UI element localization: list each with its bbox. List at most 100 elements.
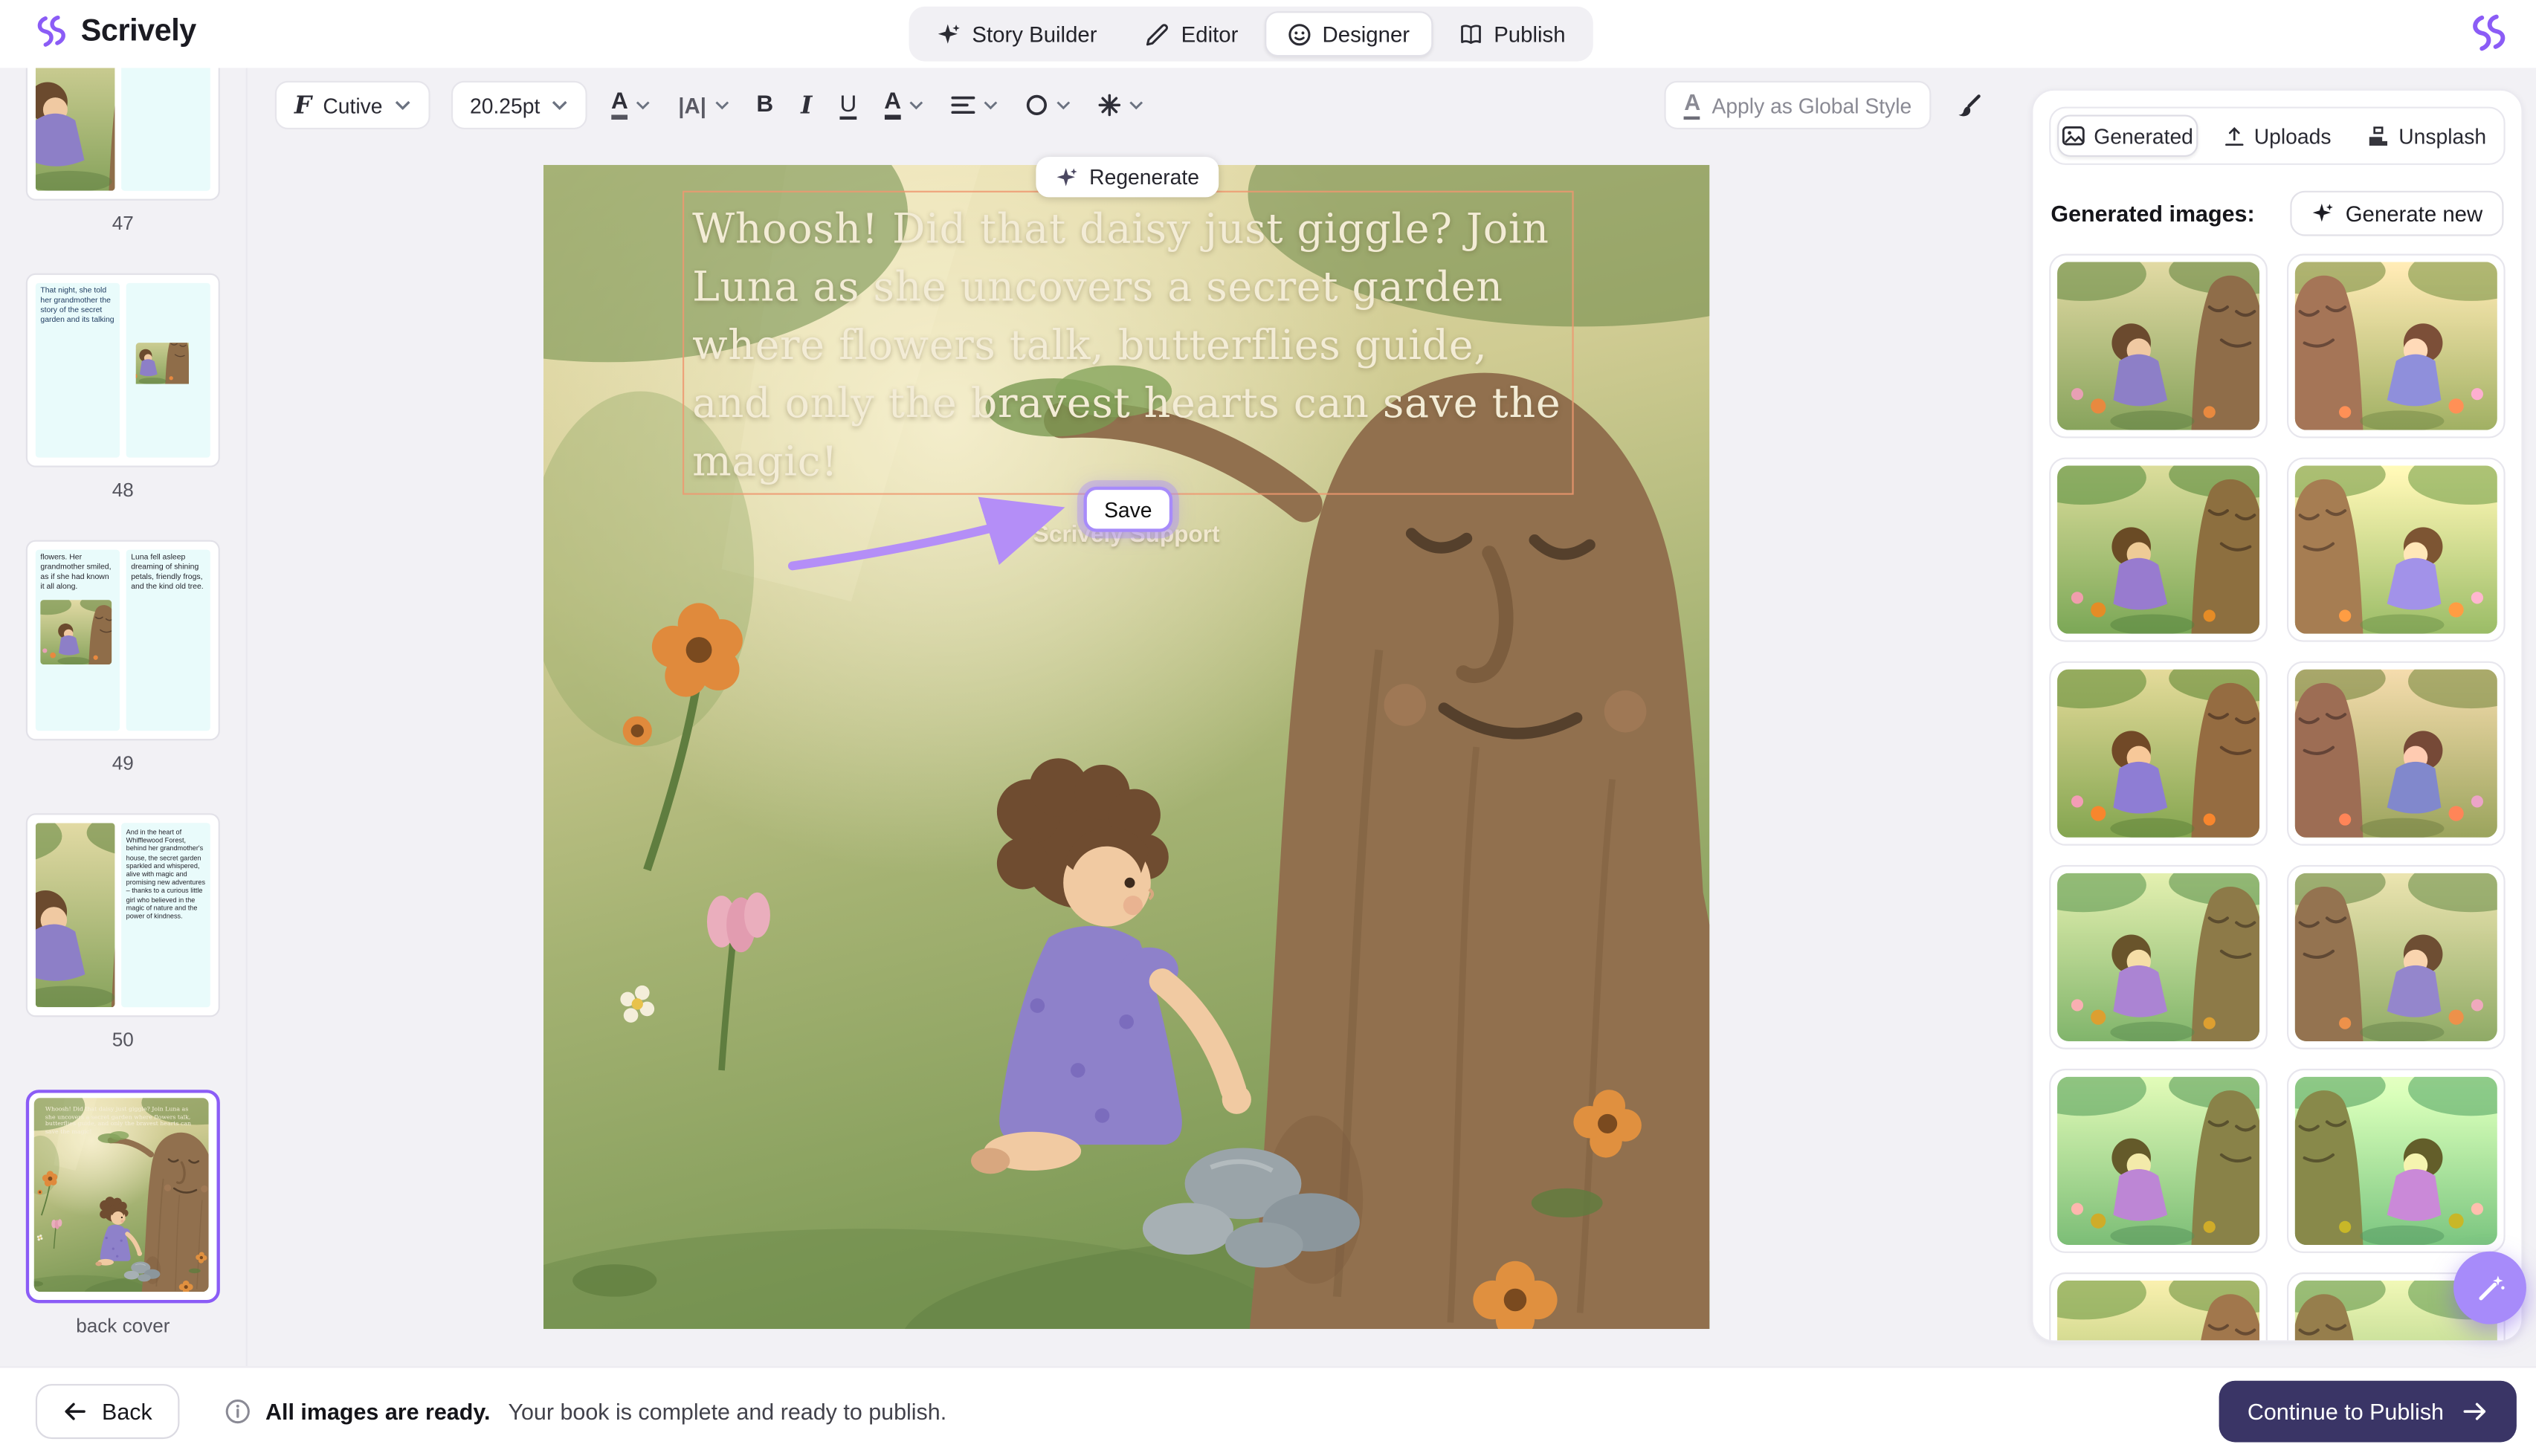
chevron-down-icon: [552, 100, 568, 110]
page-thumb-block-49: flowers. Her grandmother smiled, as if s…: [0, 540, 246, 774]
book-icon: [1458, 22, 1482, 46]
generated-image[interactable]: [2287, 661, 2506, 846]
apply-global-style-button[interactable]: A Apply as Global Style: [1665, 81, 1931, 129]
main-nav: Story Builder Editor Designer: [909, 7, 1593, 62]
generated-image[interactable]: [2287, 865, 2506, 1049]
thumb-image: [136, 343, 201, 398]
page-thumb-block-48: That night, she told her grandmother the…: [0, 274, 246, 502]
tab-editor[interactable]: Editor: [1123, 11, 1261, 56]
global-style-icon: A: [1684, 90, 1700, 120]
arrow-right-icon: [2462, 1401, 2488, 1423]
thumb-image: Whoosh! Did that daisy just giggle? Join…: [34, 1098, 209, 1292]
thumb-image: [40, 600, 112, 664]
align-button[interactable]: [948, 81, 1001, 129]
image-icon: [2062, 126, 2084, 146]
style-brush-button[interactable]: [1952, 81, 1987, 129]
page-number: 50: [112, 1029, 134, 1051]
font-name: Cutive: [323, 93, 382, 117]
thumb-text: And in the heart of Whifflewood Forest, …: [126, 828, 206, 921]
generated-image[interactable]: [2049, 1272, 2268, 1342]
chevron-down-icon: [714, 100, 729, 110]
tab-designer[interactable]: Designer: [1264, 11, 1432, 56]
thumb-image: [36, 68, 115, 190]
scrively-logo-icon: [33, 13, 70, 50]
arrow-left-icon: [63, 1401, 88, 1423]
generated-image[interactable]: [2049, 661, 2268, 846]
thumb-text: That night, she told her grandmother the…: [40, 288, 114, 326]
tab-generated[interactable]: Generated: [2057, 114, 2198, 157]
chevron-down-icon: [909, 100, 924, 110]
generated-image[interactable]: [2287, 458, 2506, 642]
page-thumbnail-50[interactable]: And in the heart of Whifflewood Forest, …: [26, 813, 220, 1017]
sparkles-icon: [1055, 166, 1077, 188]
magic-wand-icon: [2474, 1272, 2506, 1304]
font-color-button[interactable]: A: [881, 81, 927, 129]
effects-flower-icon: [1098, 94, 1120, 116]
assets-tabs: Generated Uploads Unsplash: [2049, 107, 2505, 165]
chevron-down-icon: [984, 100, 998, 110]
generated-image[interactable]: [2287, 254, 2506, 439]
app-logo[interactable]: Scrively: [33, 13, 196, 50]
pen-icon: [1146, 22, 1170, 46]
tab-label: Publish: [1494, 22, 1565, 46]
bold-button[interactable]: B: [753, 81, 777, 129]
tab-unsplash[interactable]: Unsplash: [2357, 114, 2497, 157]
thumb-text: Whoosh! Did that daisy just giggle? Join…: [45, 1106, 197, 1136]
back-button[interactable]: Back: [36, 1385, 180, 1440]
underline-button[interactable]: U: [836, 81, 860, 129]
chevron-down-icon: [1129, 100, 1144, 110]
tab-label: Editor: [1181, 22, 1239, 46]
app-window: Scrively Story Builder Editor: [0, 0, 2536, 1456]
font-size-value: 20.25pt: [470, 93, 540, 117]
tab-story-builder[interactable]: Story Builder: [914, 11, 1120, 56]
generated-image[interactable]: [2049, 458, 2268, 642]
page-thumb-block-back-cover: Whoosh! Did that daisy just giggle? Join…: [0, 1090, 246, 1337]
design-canvas[interactable]: Regenerate Whoosh! Did that daisy just g…: [543, 165, 1709, 1329]
regenerate-button[interactable]: Regenerate: [1036, 157, 1219, 197]
status-rest: Your book is complete and ready to publi…: [508, 1399, 946, 1425]
magic-edit-fab[interactable]: [2453, 1252, 2526, 1324]
thumb-text: Luna fell asleep dreaming of shining pet…: [131, 554, 205, 593]
page-number: 47: [112, 212, 134, 234]
page-thumbnail-back-cover-selected[interactable]: Whoosh! Did that daisy just giggle? Join…: [26, 1090, 220, 1303]
page-number: 48: [112, 479, 134, 501]
page-thumb-block-50: And in the heart of Whifflewood Forest, …: [0, 813, 246, 1051]
generated-image[interactable]: [2049, 254, 2268, 439]
continue-to-publish-button[interactable]: Continue to Publish: [2219, 1381, 2517, 1443]
brand-swirl-icon[interactable]: [2466, 11, 2510, 55]
assets-header: Generated images: Generate new: [2049, 191, 2505, 236]
letter-spacing-button[interactable]: |A|: [675, 81, 732, 129]
pages-sidebar: petal from the marigold in her pocket. 4…: [0, 68, 248, 1366]
page-number: back cover: [76, 1315, 170, 1337]
tab-label: Designer: [1323, 22, 1410, 46]
sparkles-icon: [937, 22, 961, 46]
page-thumbnail-49[interactable]: flowers. Her grandmother smiled, as if s…: [26, 540, 220, 741]
effects-button[interactable]: [1095, 81, 1147, 129]
tab-publish[interactable]: Publish: [1436, 11, 1588, 56]
status-message: All images are ready. Your book is compl…: [225, 1399, 947, 1425]
tab-uploads[interactable]: Uploads: [2207, 114, 2348, 157]
book-blurb-text: Whoosh! Did that daisy just giggle? Join…: [692, 201, 1569, 492]
page-thumbnail-47[interactable]: petal from the marigold in her pocket.: [26, 68, 220, 200]
italic-button[interactable]: I: [798, 81, 816, 129]
brush-icon: [1955, 91, 1983, 119]
status-strong: All images are ready.: [265, 1399, 490, 1425]
circle-outline-icon: [1026, 94, 1048, 116]
thumb-text: flowers. Her grandmother smiled, as if s…: [40, 554, 114, 593]
font-size-select[interactable]: 20.25pt: [451, 81, 587, 129]
top-bar: Scrively Story Builder Editor: [0, 0, 2536, 68]
sparkles-icon: [2311, 202, 2334, 224]
selected-text-box[interactable]: Whoosh! Did that daisy just giggle? Join…: [683, 191, 1574, 495]
generated-image[interactable]: [2287, 1069, 2506, 1253]
stroke-button[interactable]: [1022, 81, 1074, 129]
generated-image[interactable]: [2049, 1069, 2268, 1253]
save-button[interactable]: Save: [1084, 487, 1173, 532]
text-style-button[interactable]: A: [608, 81, 654, 129]
generated-image[interactable]: [2049, 865, 2268, 1049]
tab-label: Story Builder: [972, 22, 1097, 46]
generate-new-button[interactable]: Generate new: [2291, 191, 2504, 236]
font-family-select[interactable]: F Cutive: [275, 81, 430, 129]
page-thumbnail-48[interactable]: That night, she told her grandmother the…: [26, 274, 220, 467]
info-icon: [225, 1399, 251, 1425]
chevron-down-icon: [1056, 100, 1071, 110]
